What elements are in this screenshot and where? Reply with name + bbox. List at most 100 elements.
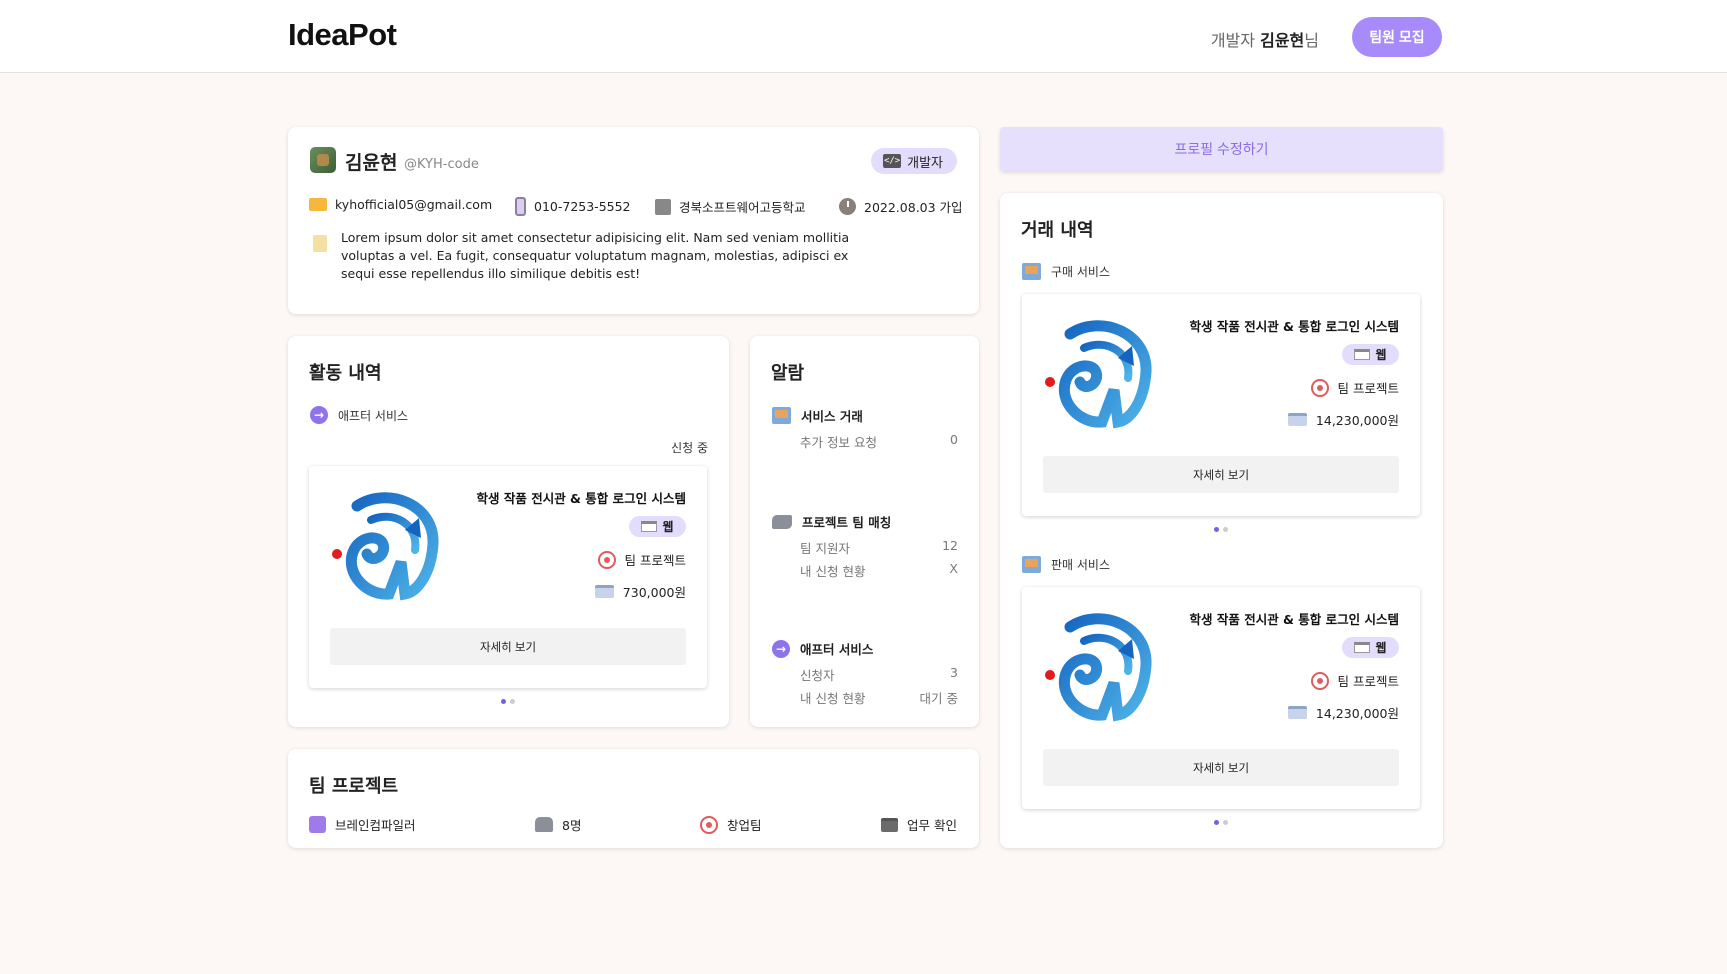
carousel-dots[interactable] <box>1214 527 1228 532</box>
alarm-group-label: 애프터 서비스 <box>800 642 874 657</box>
alarm-row-value: 0 <box>950 432 958 447</box>
credit-card-icon <box>1287 413 1307 426</box>
arrow-right-icon: → <box>310 406 328 424</box>
memo-icon <box>313 235 327 252</box>
alarm-row-key: 내 신청 현황 <box>800 691 866 706</box>
alarm-row: 팀 지원자 12 <box>800 538 958 557</box>
team-project-card: 팀 프로젝트 브레인컴파일러 8명 창업팀 업무 확인 <box>288 749 979 848</box>
project-logo <box>1045 613 1152 722</box>
school-info: 경북소프트웨어고등학교 <box>655 197 806 216</box>
recruit-button[interactable]: 팀원 모집 <box>1352 17 1442 57</box>
activity-title: 활동 내역 <box>309 363 382 384</box>
detail-button[interactable]: 자세히 보기 <box>1043 749 1399 786</box>
project-type: 팀 프로젝트 <box>597 550 686 569</box>
buy-project-card[interactable]: 학생 작품 전시관 & 통합 로그인 시스템 웹 팀 프로젝트 14,230,0… <box>1022 294 1420 516</box>
credit-card-icon <box>594 585 614 598</box>
project-title: 학생 작품 전시관 & 통합 로그인 시스템 <box>1189 612 1399 627</box>
sell-project-card[interactable]: 학생 작품 전시관 & 통합 로그인 시스템 웹 팀 프로젝트 14,230,0… <box>1022 587 1420 809</box>
alarm-group-team-matching[interactable]: 프로젝트 팀 매칭 <box>772 512 891 531</box>
target-icon <box>1310 378 1329 397</box>
alarm-row-value: 대기 중 <box>919 691 958 706</box>
email-info: kyhofficial05@gmail.com <box>309 197 492 212</box>
logo[interactable]: IdeaPot <box>288 17 397 53</box>
clock-icon <box>839 198 856 215</box>
alarm-group-label: 서비스 거래 <box>801 409 863 424</box>
web-badge-label: 웹 <box>1375 641 1387 655</box>
web-badge: 웹 <box>1342 344 1399 365</box>
alarm-row-key: 추가 정보 요청 <box>800 435 877 450</box>
alarm-row-value: X <box>949 561 958 576</box>
browser-icon <box>1354 349 1371 360</box>
project-logo <box>1045 320 1152 429</box>
alarm-group-label: 프로젝트 팀 매칭 <box>802 515 892 530</box>
transactions-card: 거래 내역 구매 서비스 학생 작품 전시관 & 통합 로그인 시스템 웹 팀 … <box>1000 193 1443 848</box>
team-color-icon <box>309 816 326 833</box>
sell-service: 판매 서비스 <box>1022 556 1110 573</box>
alarm-row-key: 내 신청 현황 <box>800 564 866 579</box>
project-price-label: 14,230,000원 <box>1315 413 1399 428</box>
sell-service-label: 판매 서비스 <box>1051 558 1111 572</box>
team-type-label: 창업팀 <box>727 818 762 833</box>
computer-icon <box>772 407 791 424</box>
project-price: 14,230,000원 <box>1287 410 1399 429</box>
alarm-group-after-service[interactable]: → 애프터 서비스 <box>772 639 873 658</box>
web-badge-label: 웹 <box>1375 348 1387 362</box>
handshake-icon <box>772 514 792 529</box>
alarm-title: 알람 <box>771 363 805 384</box>
top-header: IdeaPot 개발자 김윤현님 팀원 모집 <box>0 0 1727 73</box>
carousel-dot-active[interactable] <box>1214 527 1219 532</box>
user-name: 김윤현 <box>1260 31 1305 50</box>
activity-service: → 애프터 서비스 <box>310 406 408 424</box>
project-type: 팀 프로젝트 <box>1310 671 1399 690</box>
carousel-dots[interactable] <box>1214 820 1228 825</box>
profile-name: 김윤현 <box>345 152 398 174</box>
web-badge-label: 웹 <box>662 520 674 534</box>
phone-icon <box>515 197 526 216</box>
alarm-row-key: 신청자 <box>800 668 835 683</box>
alarm-row: 추가 정보 요청 0 <box>800 432 958 451</box>
carousel-dot-active[interactable] <box>501 699 506 704</box>
carousel-dot[interactable] <box>1223 527 1228 532</box>
user-suffix: 님 <box>1304 31 1319 50</box>
phone-info: 010-7253-5552 <box>515 197 631 216</box>
alarm-group-service[interactable]: 서비스 거래 <box>772 406 863 425</box>
detail-button[interactable]: 자세히 보기 <box>1043 456 1399 493</box>
carousel-dot[interactable] <box>1223 820 1228 825</box>
project-price-label: 730,000원 <box>622 585 686 600</box>
computer-icon <box>1022 556 1041 573</box>
team-name[interactable]: 브레인컴파일러 <box>309 815 416 834</box>
team-name-label: 브레인컴파일러 <box>335 818 416 833</box>
credit-card-icon <box>1287 706 1307 719</box>
arrow-right-icon: → <box>772 639 790 658</box>
activity-project-card[interactable]: 학생 작품 전시관 & 통합 로그인 시스템 웹 팀 프로젝트 730,000원… <box>309 466 707 688</box>
project-title: 학생 작품 전시관 & 통합 로그인 시스템 <box>1189 319 1399 334</box>
profile-card: 김윤현 @KYH-code </> 개발자 kyhofficial05@gmai… <box>288 127 979 314</box>
carousel-dot-active[interactable] <box>1214 820 1219 825</box>
alarm-row-key: 팀 지원자 <box>800 541 850 556</box>
profile-bio: Lorem ipsum dolor sit amet consectetur a… <box>341 230 850 281</box>
target-icon <box>597 550 616 569</box>
alarm-row: 신청자 3 <box>800 665 958 684</box>
alarm-row: 내 신청 현황 대기 중 <box>800 688 958 707</box>
project-type-label: 팀 프로젝트 <box>624 553 686 568</box>
transactions-title: 거래 내역 <box>1021 220 1094 241</box>
carousel-dots[interactable] <box>501 699 515 704</box>
team-members-label: 8명 <box>562 818 582 833</box>
profile-edit-button[interactable]: 프로필 수정하기 <box>1000 127 1443 171</box>
carousel-dot[interactable] <box>510 699 515 704</box>
email-text: kyhofficial05@gmail.com <box>335 197 493 212</box>
team-members: 8명 <box>535 815 581 834</box>
role-badge-label: 개발자 <box>907 155 943 171</box>
project-type-label: 팀 프로젝트 <box>1337 674 1399 689</box>
team-action[interactable]: 업무 확인 <box>881 815 957 834</box>
alarm-row-value: 3 <box>950 665 958 680</box>
profile-handle: @KYH-code <box>404 157 479 172</box>
mail-icon <box>309 198 327 211</box>
detail-button[interactable]: 자세히 보기 <box>330 628 686 665</box>
team-action-label: 업무 확인 <box>907 818 957 833</box>
user-greeting: 개발자 김윤현님 <box>1211 27 1319 51</box>
project-type: 팀 프로젝트 <box>1310 378 1399 397</box>
avatar <box>310 147 336 173</box>
school-icon <box>655 198 671 215</box>
buy-service: 구매 서비스 <box>1022 263 1110 280</box>
